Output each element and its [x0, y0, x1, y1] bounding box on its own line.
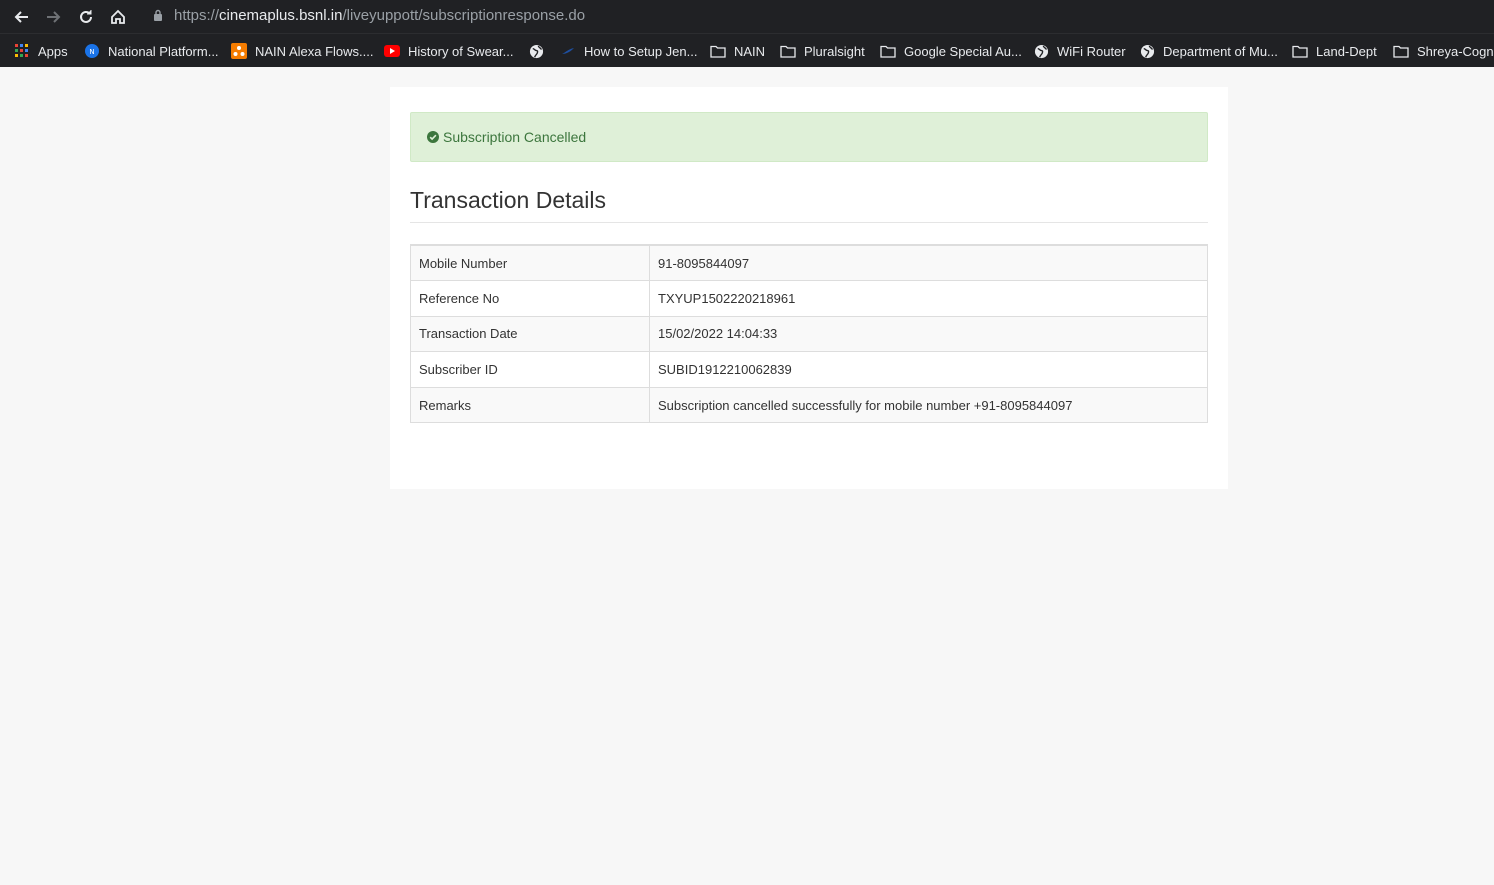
detail-value: 91-8095844097: [649, 244, 1208, 282]
lock-icon: [154, 9, 162, 21]
table-row: Subscriber ID SUBID1912210062839: [410, 351, 1208, 388]
bookmark-land-dept[interactable]: Land-Dept: [1292, 42, 1377, 60]
check-circle-icon: [427, 131, 439, 143]
bookmark-label: Land-Dept: [1316, 43, 1377, 59]
bookmark-label: NAIN Alexa Flows....: [255, 43, 374, 59]
table-row: Transaction Date 15/02/2022 14:04:33: [410, 315, 1208, 353]
bookmark-label: History of Swear...: [408, 43, 514, 59]
heading-divider: [410, 222, 1208, 223]
reload-icon: [80, 10, 92, 23]
folder-icon: [710, 43, 726, 59]
youtube-icon: [384, 43, 400, 59]
detail-label: Reference No: [410, 280, 650, 317]
bookmark-label: How to Setup Jen...: [584, 43, 698, 59]
bookmark-label: Department of Mu...: [1163, 43, 1278, 59]
bookmark-label: Apps: [38, 43, 68, 59]
browser-toolbar: https://cinemaplus.bsnl.in/liveyuppott/s…: [0, 0, 1494, 33]
url-text[interactable]: https://cinemaplus.bsnl.in/liveyuppott/s…: [174, 7, 585, 24]
detail-label: Remarks: [410, 386, 650, 424]
site-favicon-icon: [560, 43, 576, 59]
detail-label: Transaction Date: [410, 315, 650, 353]
bookmark-label: Pluralsight: [804, 43, 865, 59]
globe-icon: [1139, 43, 1155, 59]
folder-icon: [1292, 43, 1308, 59]
url-scheme: https://: [174, 7, 220, 24]
url-path: /liveyuppott/subscriptionresponse.do: [342, 7, 586, 24]
home-icon: [111, 9, 125, 24]
url-host: cinemaplus.bsnl.in: [219, 7, 343, 24]
folder-icon: [1393, 43, 1409, 59]
bookmark-nain-alexa[interactable]: NAIN Alexa Flows....: [231, 42, 373, 60]
bookmark-wifi-router[interactable]: WiFi Router: [1033, 42, 1126, 60]
transaction-details-table: Mobile Number 91-8095844097 Reference No…: [410, 244, 1208, 424]
svg-text:N: N: [89, 48, 94, 56]
forward-button[interactable]: [41, 4, 67, 30]
page-title: Transaction Details: [410, 187, 607, 213]
bookmark-department[interactable]: Department of Mu...: [1139, 42, 1278, 60]
site-favicon-icon: [231, 43, 247, 59]
content-panel: Subscription Cancelled Transaction Detai…: [390, 87, 1228, 489]
table-row: Mobile Number 91-8095844097: [410, 244, 1208, 282]
apps-grid-icon: [14, 43, 30, 59]
site-favicon-icon: N: [84, 43, 100, 59]
bookmark-shreya-cogni[interactable]: Shreya-Cogni: [1393, 42, 1494, 60]
bookmark-pluralsight[interactable]: Pluralsight: [780, 42, 865, 60]
globe-icon: [1033, 43, 1049, 59]
bookmark-history-of-swear[interactable]: History of Swear...: [384, 42, 513, 60]
home-button[interactable]: [105, 4, 131, 30]
bookmark-label: NAIN: [734, 43, 766, 59]
bookmark-apps[interactable]: Apps: [14, 42, 68, 60]
table-row: Remarks Subscription cancelled successfu…: [410, 386, 1208, 424]
forward-arrow-icon: [47, 11, 61, 23]
bookmark-label: National Platform...: [108, 43, 219, 59]
success-alert: Subscription Cancelled: [410, 112, 1208, 162]
back-button[interactable]: [8, 4, 34, 30]
alert-text: Subscription Cancelled: [443, 129, 587, 145]
reload-button[interactable]: [73, 4, 99, 30]
detail-label: Mobile Number: [410, 244, 650, 282]
bookmark-globe[interactable]: [528, 42, 552, 60]
detail-value: 15/02/2022 14:04:33: [649, 315, 1208, 353]
detail-label: Subscriber ID: [410, 351, 650, 388]
bookmark-label: Google Special Au...: [904, 43, 1022, 59]
back-arrow-icon: [14, 11, 28, 23]
detail-value: Subscription cancelled successfully for …: [649, 386, 1208, 424]
bookmark-nain[interactable]: NAIN: [710, 42, 765, 60]
table-row: Reference No TXYUP1502220218961: [410, 280, 1208, 317]
globe-icon: [528, 43, 544, 59]
bookmarks-bar: Apps N National Platform... NAIN Alexa F…: [0, 33, 1494, 67]
bookmark-google-special[interactable]: Google Special Au...: [880, 42, 1022, 60]
bookmark-setup-jenkins[interactable]: How to Setup Jen...: [560, 42, 697, 60]
folder-icon: [780, 43, 796, 59]
folder-icon: [880, 43, 896, 59]
bookmark-label: Shreya-Cogni: [1417, 43, 1494, 59]
bookmark-label: WiFi Router: [1057, 43, 1126, 59]
detail-value: SUBID1912210062839: [649, 351, 1208, 388]
bookmark-national-platform[interactable]: N National Platform...: [84, 42, 219, 60]
detail-value: TXYUP1502220218961: [649, 280, 1208, 317]
